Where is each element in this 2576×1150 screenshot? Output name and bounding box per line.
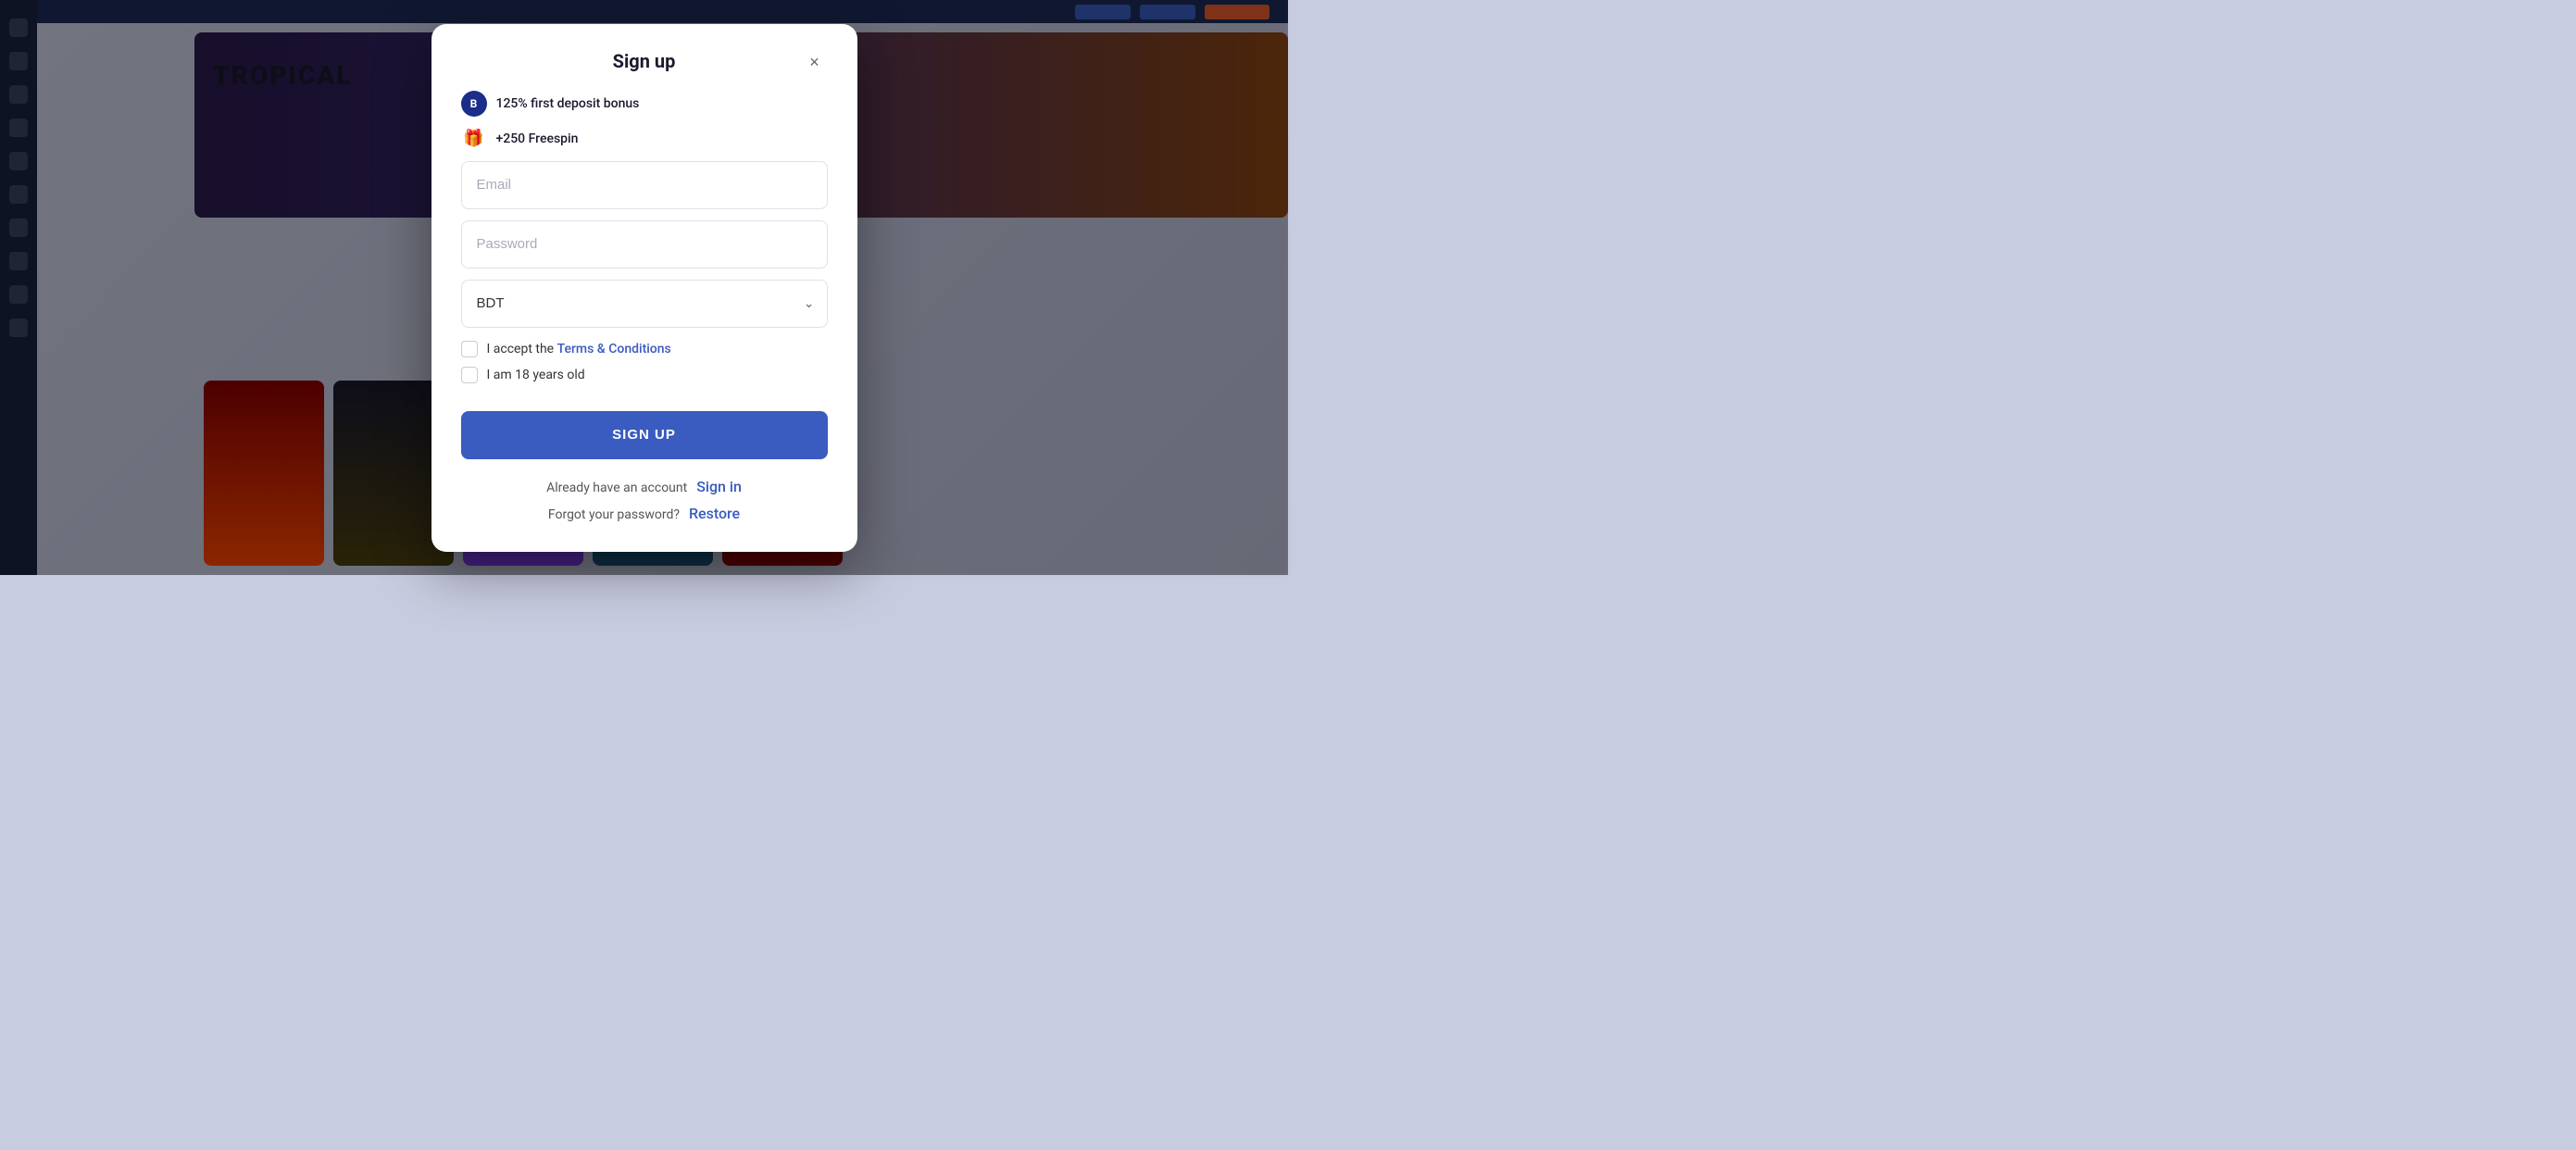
bonus-freespin-text: +250 Freespin [496, 131, 579, 146]
password-group [461, 220, 828, 269]
currency-group: BDT USD EUR GBP BTC ⌄ [461, 280, 828, 328]
checkboxes-section: I accept the Terms & Conditions I am 18 … [461, 341, 828, 383]
bonus-deposit-row: B 125% first deposit bonus [461, 91, 828, 117]
signup-button[interactable]: SIGN UP [461, 411, 828, 459]
terms-conditions-link[interactable]: Terms & Conditions [557, 342, 671, 356]
modal-title: Sign up [613, 50, 676, 72]
age-checkbox-row: I am 18 years old [461, 367, 828, 383]
modal-header: Sign up × [461, 50, 828, 72]
restore-link[interactable]: Restore [689, 505, 740, 522]
forgot-password-row: Forgot your password? Restore [461, 505, 828, 522]
bonus-freespin-row: 🎁 +250 Freespin [461, 126, 828, 152]
modal-footer: Already have an account Sign in Forgot y… [461, 478, 828, 522]
already-account-row: Already have an account Sign in [461, 478, 828, 495]
terms-label[interactable]: I accept the Terms & Conditions [487, 342, 671, 356]
terms-checkbox[interactable] [461, 341, 478, 357]
email-group [461, 161, 828, 209]
close-button[interactable]: × [802, 50, 828, 76]
bitcoin-icon: B [461, 91, 487, 117]
forgot-password-text: Forgot your password? [548, 507, 680, 522]
age-checkbox[interactable] [461, 367, 478, 383]
terms-label-pre: I accept the [487, 342, 557, 356]
bonus-deposit-text: 125% first deposit bonus [496, 96, 640, 111]
signup-modal: Sign up × B 125% first deposit bonus 🎁 +… [431, 24, 857, 552]
gift-icon: 🎁 [461, 126, 487, 152]
already-account-text: Already have an account [546, 481, 687, 495]
email-input[interactable] [461, 161, 828, 209]
password-input[interactable] [461, 220, 828, 269]
currency-select[interactable]: BDT USD EUR GBP BTC [461, 280, 828, 328]
age-label[interactable]: I am 18 years old [487, 368, 585, 382]
terms-checkbox-row: I accept the Terms & Conditions [461, 341, 828, 357]
signin-link[interactable]: Sign in [696, 478, 742, 495]
